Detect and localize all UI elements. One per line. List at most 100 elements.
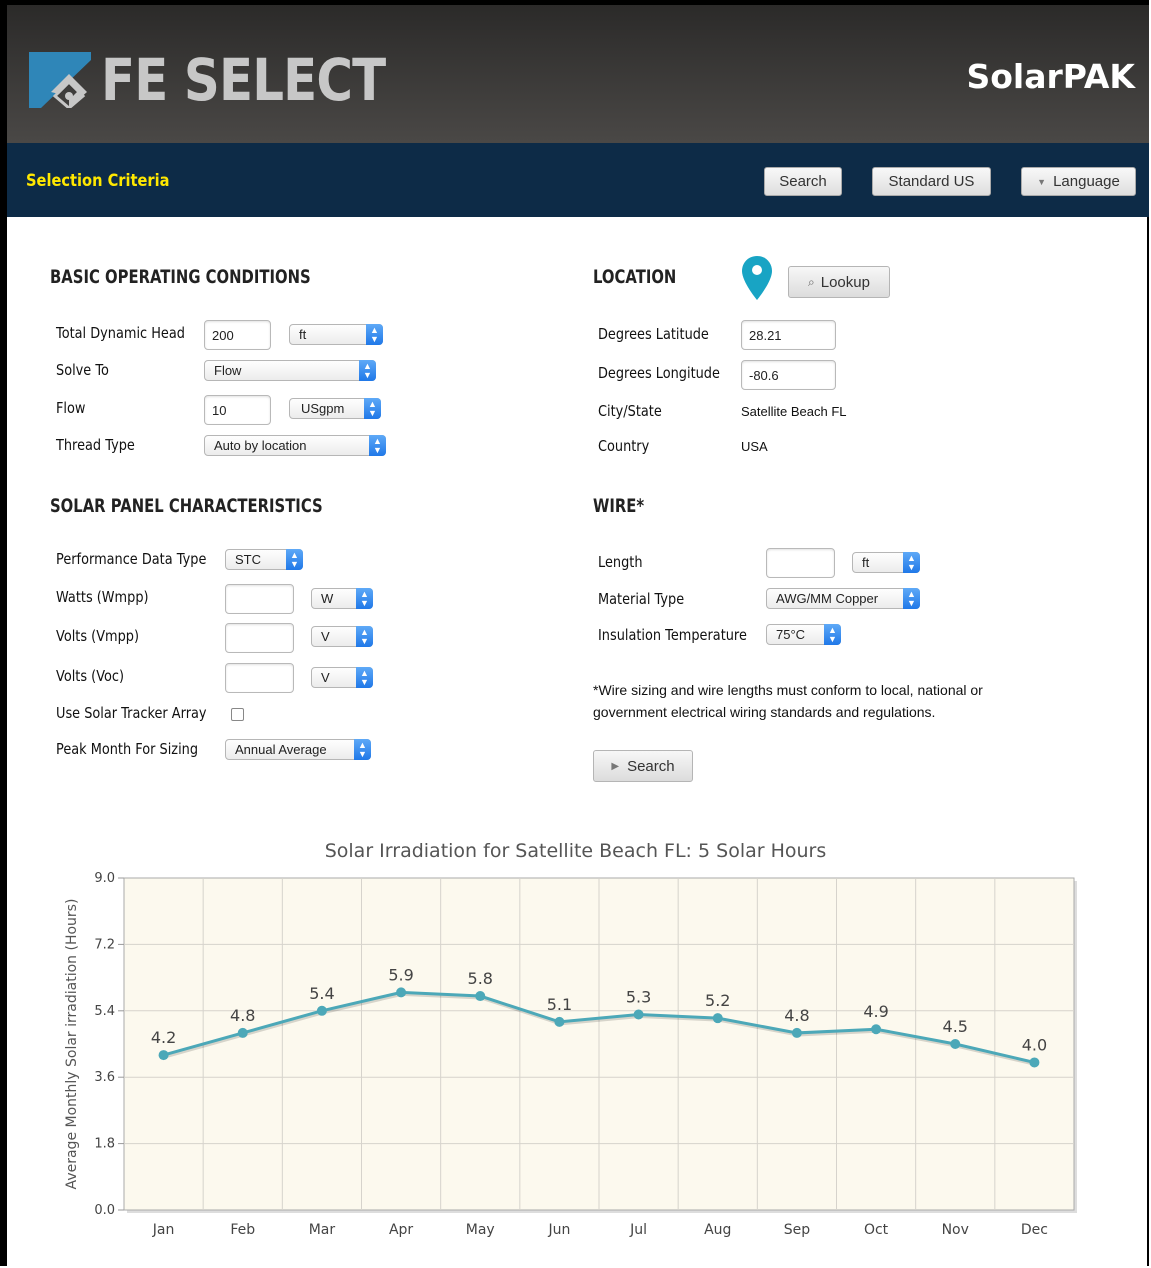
x-tick-label: Feb bbox=[230, 1222, 255, 1238]
data-label: 4.8 bbox=[230, 1006, 255, 1025]
length-input[interactable] bbox=[766, 548, 835, 578]
y-axis-label: Average Monthly Solar irradiation (Hours… bbox=[64, 899, 80, 1190]
longitude-input[interactable]: -80.6 bbox=[741, 360, 836, 390]
peak-month-select[interactable]: Annual Average ▲ ▼ bbox=[225, 739, 371, 760]
watts-unit-select[interactable]: W ▲ ▼ bbox=[311, 588, 373, 609]
watts-label: Watts (Wmpp) bbox=[56, 588, 149, 606]
length-unit-value: ft bbox=[862, 555, 870, 570]
data-point bbox=[1029, 1057, 1040, 1068]
tdh-label: Total Dynamic Head bbox=[56, 324, 185, 342]
y-tick-label: 7.2 bbox=[94, 937, 115, 952]
voc-unit-value: V bbox=[321, 670, 330, 685]
search-icon: ⌕ bbox=[808, 274, 815, 289]
x-tick-label: Jan bbox=[152, 1222, 175, 1238]
voc-input[interactable] bbox=[225, 663, 294, 693]
nav-search-button[interactable]: Search bbox=[764, 167, 842, 196]
data-label: 5.9 bbox=[388, 965, 413, 984]
nav-bar: Selection Criteria Search Standard US ▼ … bbox=[7, 143, 1149, 217]
tracker-label: Use Solar Tracker Array bbox=[56, 704, 207, 722]
data-point bbox=[950, 1039, 961, 1049]
country-label: Country bbox=[598, 437, 650, 455]
data-point bbox=[712, 1013, 723, 1024]
country-value: USA bbox=[741, 439, 768, 454]
tracker-checkbox[interactable] bbox=[231, 708, 244, 721]
data-label: 4.8 bbox=[784, 1006, 809, 1025]
voc-unit-select[interactable]: V ▲ ▼ bbox=[311, 667, 373, 688]
units-button[interactable]: Standard US bbox=[872, 167, 991, 196]
basic-conditions-heading: BASIC OPERATING CONDITIONS bbox=[50, 266, 311, 288]
data-label: 5.8 bbox=[468, 969, 493, 988]
data-point bbox=[396, 987, 407, 998]
select-arrows-icon: ▲ ▼ bbox=[364, 398, 381, 419]
tdh-input[interactable]: 200 bbox=[204, 320, 271, 350]
search-label: Search bbox=[627, 757, 675, 775]
data-label: 4.2 bbox=[151, 1028, 176, 1047]
x-tick-label: Aug bbox=[704, 1222, 731, 1238]
solve-to-select[interactable]: Flow ▲ ▼ bbox=[204, 360, 376, 381]
y-tick-label: 5.4 bbox=[94, 1004, 115, 1019]
x-tick-label: Apr bbox=[389, 1222, 413, 1238]
perf-type-value: STC bbox=[235, 552, 261, 567]
app-header: FE SELECT SolarPAK bbox=[7, 5, 1149, 143]
x-tick-label: Dec bbox=[1021, 1222, 1048, 1238]
flow-input[interactable]: 10 bbox=[204, 395, 271, 425]
data-label: 4.9 bbox=[863, 1002, 888, 1021]
play-icon: ▶ bbox=[611, 760, 620, 772]
watts-input[interactable] bbox=[225, 584, 294, 614]
material-label: Material Type bbox=[598, 590, 685, 608]
product-name: SolarPAK bbox=[966, 57, 1135, 96]
language-label: Language bbox=[1053, 173, 1120, 190]
irradiation-chart: 0.0 1.8 3.6 5.4 7.2 9.0 Jan Feb Mar Apr May Jun Jul A… bbox=[64, 871, 1077, 1238]
voc-label: Volts (Voc) bbox=[56, 667, 125, 685]
x-tick-label: Jul bbox=[629, 1222, 647, 1238]
thread-type-select[interactable]: Auto by location ▲ ▼ bbox=[204, 435, 386, 456]
city-state-label: City/State bbox=[598, 402, 662, 420]
x-tick-label: Oct bbox=[864, 1222, 889, 1238]
data-label: 4.5 bbox=[943, 1017, 968, 1036]
tdh-unit-value: ft bbox=[299, 327, 307, 342]
x-tick-label: Sep bbox=[784, 1222, 811, 1238]
location-heading: LOCATION bbox=[593, 266, 677, 288]
material-select[interactable]: AWG/MM Copper ▲ ▼ bbox=[766, 588, 920, 609]
length-unit-select[interactable]: ft ▲ ▼ bbox=[852, 552, 920, 573]
solar-panel-heading: SOLAR PANEL CHARACTERISTICS bbox=[50, 495, 323, 517]
select-arrows-icon: ▲ ▼ bbox=[356, 588, 373, 609]
peak-month-value: Annual Average bbox=[235, 742, 327, 757]
vmpp-input[interactable] bbox=[225, 623, 294, 653]
y-tick-label: 0.0 bbox=[94, 1203, 115, 1218]
data-point bbox=[316, 1005, 327, 1016]
select-arrows-icon: ▲ ▼ bbox=[356, 626, 373, 647]
insulation-select[interactable]: 75°C ▲ ▼ bbox=[766, 624, 841, 645]
selection-criteria-title: Selection Criteria bbox=[26, 171, 170, 191]
perf-type-label: Performance Data Type bbox=[56, 550, 207, 568]
x-tick-label: May bbox=[466, 1222, 495, 1238]
material-value: AWG/MM Copper bbox=[776, 591, 879, 606]
data-point bbox=[554, 1016, 565, 1027]
chart-title: Solar Irradiation for Satellite Beach FL… bbox=[324, 840, 827, 862]
map-pin-icon bbox=[742, 256, 772, 300]
data-point bbox=[158, 1050, 169, 1061]
latitude-input[interactable]: 28.21 bbox=[741, 320, 836, 350]
data-point bbox=[791, 1027, 802, 1038]
search-button[interactable]: ▶ Search bbox=[593, 750, 693, 782]
select-arrows-icon: ▲ ▼ bbox=[824, 624, 841, 645]
data-point bbox=[871, 1024, 882, 1035]
select-arrows-icon: ▲ ▼ bbox=[366, 324, 383, 345]
lookup-button[interactable]: ⌕ Lookup bbox=[788, 266, 890, 298]
data-label: 5.1 bbox=[547, 995, 572, 1014]
peak-month-label: Peak Month For Sizing bbox=[56, 740, 199, 758]
thread-type-value: Auto by location bbox=[214, 438, 307, 453]
tdh-unit-select[interactable]: ft ▲ ▼ bbox=[289, 324, 383, 345]
vmpp-unit-value: V bbox=[321, 629, 330, 644]
select-arrows-icon: ▲ ▼ bbox=[286, 549, 303, 570]
y-tick-label: 1.8 bbox=[94, 1137, 115, 1152]
language-button[interactable]: ▼ Language bbox=[1021, 167, 1136, 196]
select-arrows-icon: ▲ ▼ bbox=[359, 360, 376, 381]
fe-logo-icon bbox=[29, 52, 91, 108]
insulation-value: 75°C bbox=[776, 627, 806, 642]
x-tick-label: Mar bbox=[309, 1222, 336, 1238]
perf-type-select[interactable]: STC ▲ ▼ bbox=[225, 549, 303, 570]
flow-unit-select[interactable]: USgpm ▲ ▼ bbox=[289, 398, 381, 419]
flow-unit-value: USgpm bbox=[301, 401, 345, 416]
vmpp-unit-select[interactable]: V ▲ ▼ bbox=[311, 626, 373, 647]
